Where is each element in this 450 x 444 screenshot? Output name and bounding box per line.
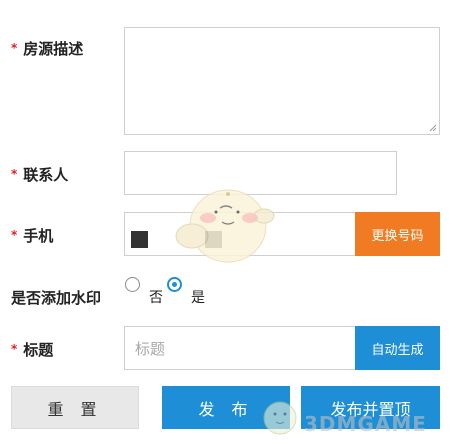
description-textarea[interactable]	[124, 27, 440, 135]
description-label: * 房源描述	[11, 38, 83, 59]
watermark-mascot-icon	[263, 401, 297, 435]
required-mark: *	[11, 167, 18, 181]
radio-no[interactable]	[125, 277, 140, 292]
watermark-option-label: 是否添加水印	[11, 289, 102, 307]
radio-yes-label: 是	[191, 290, 205, 306]
watermark-text: 3DMGAME	[304, 412, 427, 436]
required-mark: *	[11, 228, 18, 242]
mascot-watermark-icon	[175, 189, 275, 263]
site-watermark: 3DMGAME	[258, 390, 448, 442]
radio-no-label: 否	[149, 290, 163, 306]
title-label-text: 标题	[23, 341, 54, 359]
change-number-button[interactable]: 更换号码	[355, 212, 440, 256]
phone-label: * 手机	[11, 225, 53, 246]
description-label-text: 房源描述	[23, 40, 84, 58]
required-mark: *	[11, 342, 18, 356]
title-input[interactable]: 标题	[124, 326, 355, 370]
phone-label-text: 手机	[23, 227, 54, 245]
contact-label: * 联系人	[11, 164, 68, 185]
reset-button[interactable]: 重 置	[11, 386, 139, 429]
auto-generate-button[interactable]: 自动生成	[355, 326, 440, 370]
radio-yes[interactable]	[167, 277, 182, 292]
resize-handle-icon[interactable]	[429, 124, 437, 132]
contact-label-text: 联系人	[23, 166, 69, 184]
title-label: * 标题	[11, 339, 53, 360]
masked-digit-block	[131, 231, 148, 248]
required-mark: *	[11, 41, 18, 55]
